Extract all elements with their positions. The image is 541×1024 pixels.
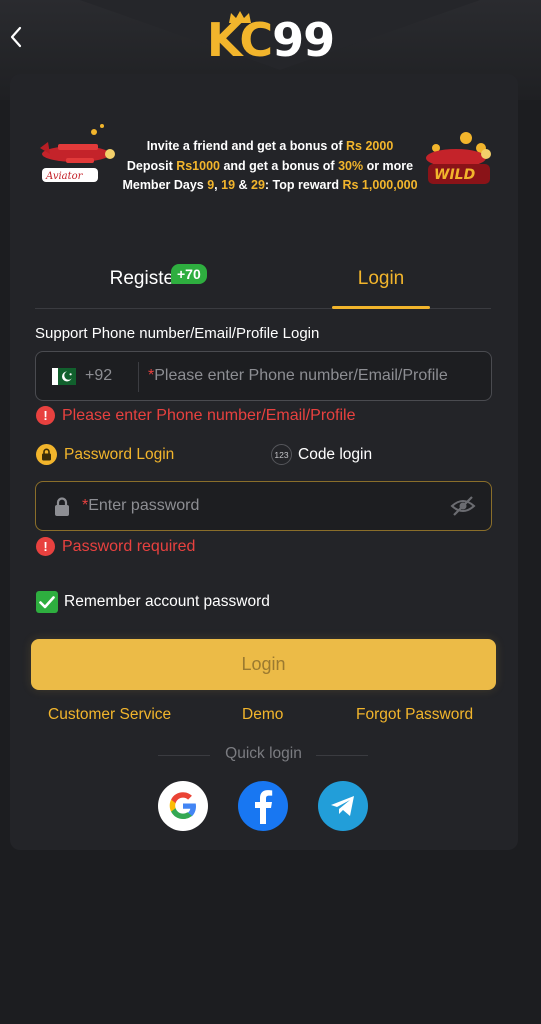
password-error-text: Password required	[62, 537, 196, 555]
code-123-icon: 123	[271, 444, 292, 465]
password-login-option[interactable]: Password Login	[36, 444, 174, 465]
password-error-message: ! Password required	[36, 537, 195, 556]
code-login-option[interactable]: 123 Code login	[271, 444, 372, 465]
phone-error-message: ! Please enter Phone number/Email/Profil…	[36, 406, 356, 425]
quick-login-label: Quick login	[225, 745, 302, 762]
code-login-label: Code login	[298, 445, 373, 463]
promo-line-1: Invite a friend and get a bonus of Rs 20…	[146, 139, 394, 153]
login-button[interactable]: Login	[31, 639, 496, 690]
phone-field-divider	[138, 362, 139, 392]
tab-login[interactable]: Login	[311, 268, 451, 290]
promo-line-2: Deposit Rs1000 and get a bonus of 30% or…	[126, 158, 414, 173]
telegram-login-button[interactable]	[318, 781, 368, 831]
checkbox-checked-icon[interactable]	[36, 591, 58, 613]
error-icon: !	[36, 537, 55, 556]
lock-icon	[36, 444, 57, 465]
quick-login-divider-right	[316, 755, 368, 756]
customer-service-link[interactable]: Customer Service	[48, 706, 171, 724]
eye-hidden-icon[interactable]	[450, 495, 476, 517]
auth-tabs: Register +70 Login	[35, 250, 491, 310]
brand-logo: KC99	[0, 14, 541, 66]
password-login-label: Password Login	[64, 445, 175, 463]
telegram-icon	[331, 796, 354, 816]
error-icon: !	[36, 406, 55, 425]
phone-error-text: Please enter Phone number/Email/Profile	[62, 406, 356, 424]
forgot-password-link[interactable]: Forgot Password	[356, 706, 473, 724]
facebook-icon	[255, 790, 273, 824]
aviator-badge-text: Aviator	[45, 171, 84, 182]
pakistan-flag-icon[interactable]	[52, 368, 76, 385]
country-code[interactable]: +92	[85, 367, 112, 385]
password-input[interactable]: *Enter password	[35, 481, 492, 531]
password-lock-icon	[55, 497, 69, 516]
tab-register-label: Register	[109, 268, 181, 289]
tab-register[interactable]: Register +70	[75, 264, 215, 290]
facebook-login-button[interactable]	[238, 781, 288, 831]
promo-line-3: Member Days 9, 19 & 29: Top reward Rs 1,…	[122, 178, 418, 192]
register-bonus-badge: +70	[171, 264, 207, 284]
demo-link[interactable]: Demo	[242, 706, 283, 724]
tab-login-label: Login	[357, 268, 405, 289]
google-icon	[169, 792, 196, 819]
phone-placeholder: *Please enter Phone number/Email/Profile	[148, 367, 448, 384]
support-login-label: Support Phone number/Email/Profile Login	[35, 325, 320, 342]
promo-text: Invite a friend and get a bonus of Rs 20…	[100, 137, 440, 196]
wild-badge-text: WILD	[434, 167, 475, 183]
remember-password-label: Remember account password	[64, 593, 270, 610]
logo-number-text: 99	[272, 13, 335, 67]
remember-password-checkbox[interactable]: Remember account password	[36, 591, 270, 613]
crown-icon	[229, 11, 251, 23]
google-login-button[interactable]	[158, 781, 208, 831]
password-placeholder: *Enter password	[82, 497, 200, 514]
phone-email-input[interactable]: +92 *Please enter Phone number/Email/Pro…	[35, 351, 492, 401]
active-tab-indicator	[332, 306, 430, 309]
